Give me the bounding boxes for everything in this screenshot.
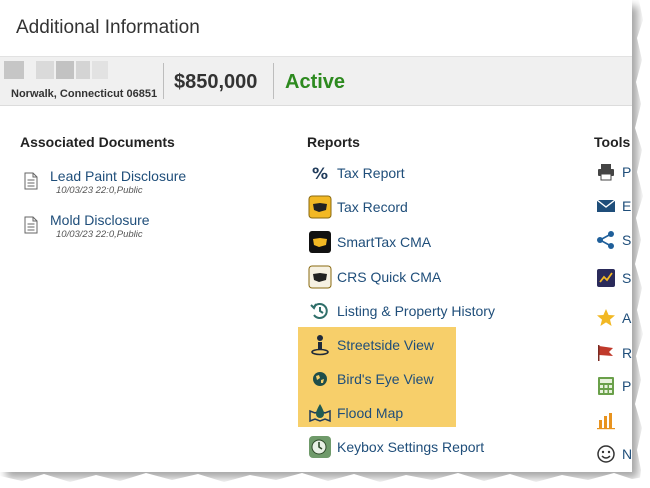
globe-icon [313,372,327,386]
history-icon [310,303,328,319]
listing-price: $850,000 [174,71,258,93]
divider [163,63,164,99]
document-icon [24,216,38,234]
tool-label[interactable]: P [622,164,631,180]
window-title: Additional Information [16,17,200,38]
document-meta: 10/03/23 22:0,Public [56,229,143,240]
report-label[interactable]: Tax Report [337,165,405,181]
stats-icon [597,269,615,287]
tool-label[interactable]: Ac [622,310,632,326]
crs-cma-icon [308,265,332,289]
report-label[interactable]: Keybox Settings Report [337,439,484,455]
tool-label[interactable]: Em [622,198,632,214]
torn-edge-bottom [0,473,650,488]
smiley-icon [597,445,615,463]
tool-label[interactable]: Na [622,446,632,462]
tool-label[interactable]: R [622,345,632,361]
star-icon [597,309,615,326]
report-label[interactable]: CRS Quick CMA [337,269,441,285]
tools-heading: Tools [594,134,631,150]
listing-address: Norwalk, Connecticut 06851 [11,88,158,100]
divider [273,63,274,99]
share-icon [597,231,614,249]
torn-edge-right [635,0,650,487]
tool-label[interactable]: Pa [622,378,632,394]
flag-icon [598,345,613,361]
listing-summary-bar: Norwalk, Connecticut 06851 $850,000 Acti… [0,57,632,106]
additional-information-window: Additional Information Norwalk, Connecti… [0,0,632,472]
report-label[interactable]: Streetside View [337,337,434,353]
streetside-icon [311,335,329,356]
document-link[interactable]: Mold Disclosure [50,212,150,228]
smarttax-icon [309,231,331,253]
print-icon [598,164,614,181]
document-link[interactable]: Lead Paint Disclosure [50,168,186,184]
document-icon [24,172,38,190]
tool-label[interactable]: S [622,270,631,286]
report-label[interactable]: Tax Record [337,199,408,215]
tool-label[interactable]: Sh [622,232,632,248]
tax-record-icon [308,195,332,219]
calculator-icon [598,377,614,395]
email-icon [596,199,616,212]
document-meta: 10/03/23 22:0,Public [56,185,143,196]
report-label[interactable]: Flood Map [337,405,403,421]
svg-text:%: % [312,164,328,183]
report-label[interactable]: Bird's Eye View [337,371,434,387]
report-label[interactable]: Listing & Property History [337,303,495,319]
keybox-icon [309,436,331,458]
documents-heading: Associated Documents [20,134,175,150]
report-label[interactable]: SmartTax CMA [337,234,431,250]
chart-icon [597,413,615,430]
reports-heading: Reports [307,134,360,150]
window-header: Additional Information [0,0,632,57]
percent-icon: % [312,164,328,183]
flood-map-icon [309,404,331,423]
listing-status: Active [285,71,346,93]
